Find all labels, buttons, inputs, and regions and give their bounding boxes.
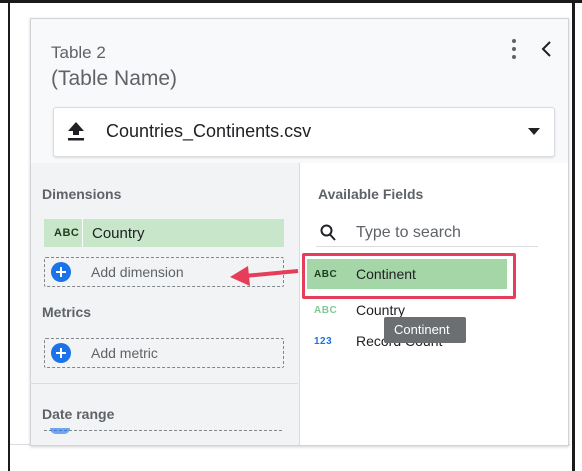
date-range-field[interactable] [44,430,282,443]
upload-icon [68,122,84,141]
frame-left-border [8,3,10,471]
available-fields-heading: Available Fields [318,186,424,202]
tooltip-text: Continent [394,322,450,337]
text-type-icon: ABC [54,227,80,239]
dimension-chip-country[interactable]: ABC Country [44,219,284,247]
dimensions-heading: Dimensions [42,186,122,202]
data-source-selector[interactable]: Countries_Continents.csv [53,107,555,157]
frame-right-border [572,3,575,471]
field-tooltip: Continent [384,317,466,343]
metrics-heading: Metrics [42,304,92,320]
number-type-icon: 123 [314,336,333,347]
add-icon [51,262,71,282]
add-icon [50,428,70,434]
search-placeholder: Type to search [356,224,461,241]
collapse-panel-icon[interactable] [537,39,557,59]
table-name-field[interactable]: (Table Name) [51,67,177,91]
add-icon [51,343,71,363]
date-range-heading: Date range [42,406,115,422]
annotation-highlight-box [302,253,516,299]
chip-separator [82,219,83,247]
add-metric-button[interactable]: Add metric [44,338,284,368]
field-search[interactable]: Type to search [316,220,538,247]
frame-top-border [0,0,582,3]
more-options-icon[interactable] [509,37,519,63]
data-source-name: Countries_Continents.csv [106,121,312,141]
add-metric-label: Add metric [91,345,158,361]
panel-title: Table 2 [51,43,106,62]
field-name: Country [356,302,406,318]
add-dimension-label: Add dimension [91,264,184,280]
annotation-arrow [230,266,299,286]
text-type-icon: ABC [314,305,338,316]
dropdown-arrow-icon[interactable] [528,128,540,135]
date-range-divider [30,383,298,384]
dimension-name: Country [92,225,145,242]
screenshot-frame: Table 2 (Table Name) Countries_Continent… [0,0,582,471]
search-icon [320,224,336,241]
